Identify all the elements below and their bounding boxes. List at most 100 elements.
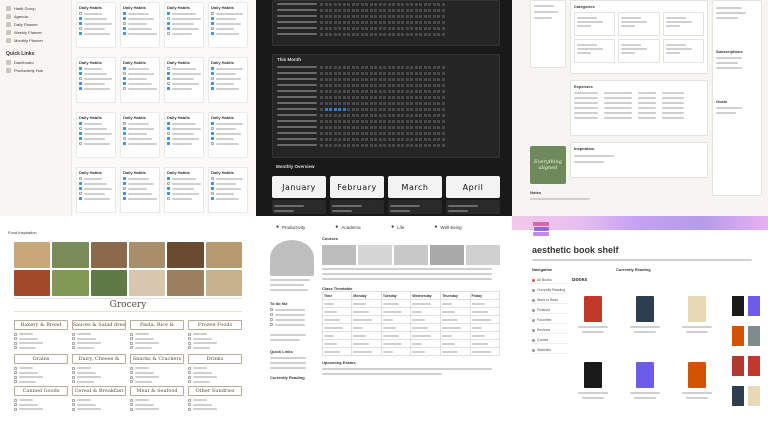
habit-cell[interactable] xyxy=(369,125,373,129)
habit-cell[interactable] xyxy=(437,77,440,81)
habit-cell[interactable] xyxy=(374,65,377,69)
habit-checkbox-row[interactable] xyxy=(79,82,113,85)
checkbox-icon[interactable] xyxy=(188,398,191,402)
habit-checkbox-row[interactable] xyxy=(123,77,157,80)
book-cover[interactable] xyxy=(748,296,760,316)
habit-cell[interactable] xyxy=(333,95,337,99)
habit-cell[interactable] xyxy=(396,107,400,111)
habit-cell[interactable] xyxy=(383,101,386,105)
habit-cell[interactable] xyxy=(342,125,346,129)
habit-checkbox-row[interactable] xyxy=(123,142,157,145)
habit-cell[interactable] xyxy=(419,119,422,123)
habit-checkbox-row[interactable] xyxy=(79,72,113,75)
habit-cell[interactable] xyxy=(414,137,418,141)
checkbox-icon[interactable] xyxy=(167,87,170,90)
habit-card[interactable]: Daily Habits xyxy=(76,2,116,48)
habit-cell[interactable] xyxy=(396,95,400,99)
habit-cell[interactable] xyxy=(347,65,350,69)
checkbox-icon[interactable] xyxy=(123,192,126,195)
checkbox-icon[interactable] xyxy=(79,72,82,75)
habit-cell[interactable] xyxy=(441,107,445,111)
habit-cell[interactable] xyxy=(396,113,400,117)
habit-cell[interactable] xyxy=(342,77,346,81)
habit-card[interactable]: Daily Habits xyxy=(208,167,248,213)
habit-cell[interactable] xyxy=(410,77,413,81)
checkbox-icon[interactable] xyxy=(123,12,126,15)
habit-cell[interactable] xyxy=(324,131,328,135)
habit-cell[interactable] xyxy=(396,77,400,81)
habit-cell[interactable] xyxy=(360,143,364,147)
habit-cell[interactable] xyxy=(419,143,422,147)
habit-checkbox-row[interactable] xyxy=(123,17,157,20)
checkbox-icon[interactable] xyxy=(167,22,170,25)
timetable-cell[interactable] xyxy=(351,299,382,308)
habit-cell[interactable] xyxy=(405,143,409,147)
habit-cell[interactable] xyxy=(419,65,422,69)
habit-cell[interactable] xyxy=(414,83,418,87)
habit-checkbox-row[interactable] xyxy=(211,32,245,35)
habit-cell[interactable] xyxy=(374,89,377,93)
habit-cell[interactable] xyxy=(423,65,427,69)
habit-cell[interactable] xyxy=(324,113,328,117)
habit-cell[interactable] xyxy=(351,143,355,147)
checkbox-icon[interactable] xyxy=(188,403,191,407)
habit-cell[interactable] xyxy=(419,131,422,135)
habit-cell[interactable] xyxy=(347,107,350,111)
habit-checkbox-row[interactable] xyxy=(211,22,245,25)
grocery-item[interactable] xyxy=(188,380,242,385)
checkbox-icon[interactable] xyxy=(188,346,191,350)
habit-cell[interactable] xyxy=(396,83,400,87)
habit-cell[interactable] xyxy=(360,89,364,93)
habit-cell[interactable] xyxy=(342,95,346,99)
habit-cell[interactable] xyxy=(396,131,400,135)
checkbox-icon[interactable] xyxy=(79,142,82,145)
habit-cell[interactable] xyxy=(392,143,395,147)
habit-cell[interactable] xyxy=(401,101,404,105)
timetable-cell[interactable] xyxy=(321,307,353,316)
habit-cell[interactable] xyxy=(374,125,377,129)
habit-cell[interactable] xyxy=(320,95,323,99)
habit-cell[interactable] xyxy=(414,131,418,135)
habit-cell[interactable] xyxy=(338,107,341,111)
expense-row[interactable] xyxy=(574,97,704,99)
habit-cell[interactable] xyxy=(392,119,395,123)
habit-cell[interactable] xyxy=(365,137,368,141)
checkbox-icon[interactable] xyxy=(79,127,82,130)
habit-cell[interactable] xyxy=(401,89,404,93)
checkbox-icon[interactable] xyxy=(123,197,126,200)
habit-cell[interactable] xyxy=(333,107,337,111)
habit-cell[interactable] xyxy=(401,95,404,99)
habit-checkbox-row[interactable] xyxy=(211,122,245,125)
habit-cell[interactable] xyxy=(378,71,382,75)
habit-cell[interactable] xyxy=(419,101,422,105)
checkbox-icon[interactable] xyxy=(270,318,273,321)
habit-cell[interactable] xyxy=(396,125,400,129)
habit-checkbox-row[interactable] xyxy=(79,77,113,80)
habit-cell[interactable] xyxy=(410,101,413,105)
habit-cell[interactable] xyxy=(342,89,346,93)
category-heading[interactable]: Canned Goods xyxy=(14,386,68,396)
habit-cell[interactable] xyxy=(320,65,323,69)
checkbox-icon[interactable] xyxy=(79,22,82,25)
habit-cell[interactable] xyxy=(387,95,391,99)
habit-cell[interactable] xyxy=(428,119,431,123)
habit-cell[interactable] xyxy=(356,107,359,111)
habit-card[interactable]: Daily Habits xyxy=(120,112,160,158)
habit-cell[interactable] xyxy=(405,89,409,93)
month-card-april[interactable]: April xyxy=(446,176,500,198)
habit-checkbox-row[interactable] xyxy=(123,122,157,125)
habit-cell[interactable] xyxy=(356,89,359,93)
habit-cell[interactable] xyxy=(347,71,350,75)
habit-checkbox-row[interactable] xyxy=(123,127,157,130)
habit-cell[interactable] xyxy=(347,119,350,123)
habit-cell[interactable] xyxy=(365,77,368,81)
habit-cell[interactable] xyxy=(405,119,409,123)
habit-cell[interactable] xyxy=(365,71,368,75)
habit-cell[interactable] xyxy=(338,89,341,93)
checkbox-icon[interactable] xyxy=(79,177,82,180)
habit-cell[interactable] xyxy=(423,131,427,135)
habit-cell[interactable] xyxy=(338,77,341,81)
habit-cell[interactable] xyxy=(369,101,373,105)
timetable-cell[interactable] xyxy=(380,331,412,340)
todo-item[interactable] xyxy=(270,323,318,326)
